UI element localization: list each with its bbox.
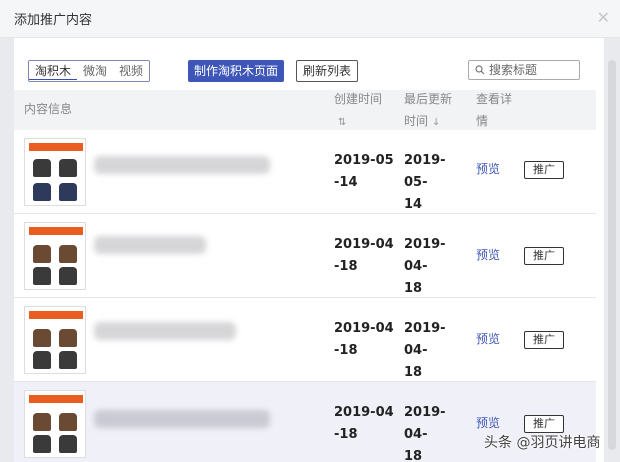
blurred-title — [94, 236, 206, 254]
preview-link[interactable]: 预览 — [476, 330, 500, 347]
blurred-title — [94, 410, 270, 428]
blurred-title — [94, 322, 236, 340]
header-detail-label-2: 情 — [476, 114, 489, 128]
backdrop-left — [0, 38, 14, 462]
header-detail-label-1: 查看详 — [476, 92, 513, 106]
thumbnail-product — [33, 183, 51, 201]
updated-date: 2019-04- 18 — [404, 234, 468, 300]
thumbnail-product — [33, 413, 51, 431]
dialog-title: 添加推广内容 — [14, 13, 93, 28]
header-updated-time[interactable]: 最后更新 时间 ↓ — [404, 88, 464, 134]
thumbnail-banner — [29, 227, 83, 235]
blurred-title — [94, 156, 270, 174]
tab-taojimu[interactable]: 淘积木 — [29, 61, 79, 80]
updated-date-line1: 2019-05- — [404, 153, 446, 190]
dialog-titlebar: 添加推广内容 ✕ — [0, 0, 620, 38]
thumbnail-product — [33, 351, 51, 369]
vertical-scrollbar[interactable] — [608, 60, 616, 450]
updated-date: 2019-05- 14 — [404, 150, 468, 216]
created-date-line2: -18 — [334, 427, 358, 442]
promote-button[interactable]: 推广 — [524, 161, 564, 179]
tab-weitao[interactable]: 微淘 — [77, 61, 114, 81]
header-content-info: 内容信息 — [24, 102, 73, 116]
created-date: 2019-05 -14 — [334, 150, 398, 194]
thumbnail-product — [59, 351, 77, 369]
make-page-button[interactable]: 制作淘积木页面 — [188, 60, 285, 82]
close-icon[interactable]: ✕ — [597, 8, 610, 27]
preview-link[interactable]: 预览 — [476, 414, 500, 431]
thumbnail-product — [33, 435, 51, 453]
add-promotion-dialog: 添加推广内容 ✕ 淘积木 微淘 视频 制作淘积木页面 刷新列表 内容信息 创建时… — [0, 0, 620, 462]
search-box[interactable] — [468, 60, 580, 80]
promote-button[interactable]: 推广 — [524, 415, 564, 433]
created-date-line2: -18 — [334, 259, 358, 274]
updated-date-line2: 18 — [404, 449, 423, 462]
thumbnail-product — [59, 435, 77, 453]
promote-button[interactable]: 推广 — [524, 247, 564, 265]
created-date: 2019-04 -18 — [334, 318, 398, 362]
thumbnail-product — [33, 245, 51, 263]
thumbnail-banner — [29, 143, 83, 151]
header-created-label: 创建时间 — [334, 92, 383, 106]
content-thumbnail — [24, 138, 86, 206]
created-date-line1: 2019-05 — [334, 153, 394, 168]
updated-date-line2: 18 — [404, 365, 423, 380]
created-date: 2019-04 -18 — [334, 402, 398, 446]
updated-date: 2019-04- 18 — [404, 318, 468, 384]
thumbnail-product — [59, 159, 77, 177]
created-date-line2: -14 — [334, 175, 358, 190]
dialog-content: 淘积木 微淘 视频 制作淘积木页面 刷新列表 内容信息 创建时间 ⇅ 最后更新 … — [14, 38, 604, 462]
tab-video[interactable]: 视频 — [113, 61, 150, 81]
thumbnail-product — [59, 183, 77, 201]
thumbnail-banner — [29, 395, 83, 403]
header-updated-label-2: 时间 — [404, 114, 429, 128]
search-input[interactable] — [489, 61, 577, 79]
table-row: 2019-05 -14 2019-05- 14 预览 推广 — [14, 130, 596, 214]
thumbnail-product — [33, 159, 51, 177]
updated-date-line1: 2019-04- — [404, 321, 446, 358]
watermark-text: 头条 @羽页讲电商 — [484, 435, 601, 451]
updated-date-line1: 2019-04- — [404, 237, 446, 274]
thumbnail-banner — [29, 311, 83, 319]
table-header: 内容信息 创建时间 ⇅ 最后更新 时间 ↓ 查看详 情 — [14, 90, 596, 130]
created-date-line1: 2019-04 — [334, 405, 394, 420]
created-date-line1: 2019-04 — [334, 321, 394, 336]
preview-link[interactable]: 预览 — [476, 160, 500, 177]
content-thumbnail — [24, 222, 86, 290]
promote-button[interactable]: 推广 — [524, 331, 564, 349]
created-date: 2019-04 -18 — [334, 234, 398, 278]
thumbnail-product — [59, 245, 77, 263]
thumbnail-product — [33, 329, 51, 347]
thumbnail-product — [59, 329, 77, 347]
sort-down-icon: ↓ — [432, 117, 441, 128]
table-row: 2019-04 -18 2019-04- 18 预览 推广 — [14, 298, 596, 382]
header-updated-label-1: 最后更新 — [404, 92, 453, 106]
search-icon — [475, 65, 485, 75]
preview-link[interactable]: 预览 — [476, 246, 500, 263]
header-view-detail: 查看详 情 — [476, 88, 516, 132]
thumbnail-product — [59, 413, 77, 431]
updated-date: 2019-04- 18 — [404, 402, 468, 462]
content-type-tabs: 淘积木 微淘 视频 — [28, 60, 151, 82]
updated-date-line1: 2019-04- — [404, 405, 446, 442]
content-thumbnail — [24, 390, 86, 458]
header-created-time[interactable]: 创建时间 ⇅ — [334, 88, 394, 134]
updated-date-line2: 14 — [404, 197, 423, 212]
content-thumbnail — [24, 306, 86, 374]
sort-icon: ⇅ — [338, 117, 347, 128]
table-row: 2019-04 -18 2019-04- 18 预览 推广 — [14, 214, 596, 298]
refresh-list-button[interactable]: 刷新列表 — [296, 60, 359, 82]
thumbnail-product — [59, 267, 77, 285]
updated-date-line2: 18 — [404, 281, 423, 296]
created-date-line1: 2019-04 — [334, 237, 394, 252]
created-date-line2: -18 — [334, 343, 358, 358]
thumbnail-product — [33, 267, 51, 285]
